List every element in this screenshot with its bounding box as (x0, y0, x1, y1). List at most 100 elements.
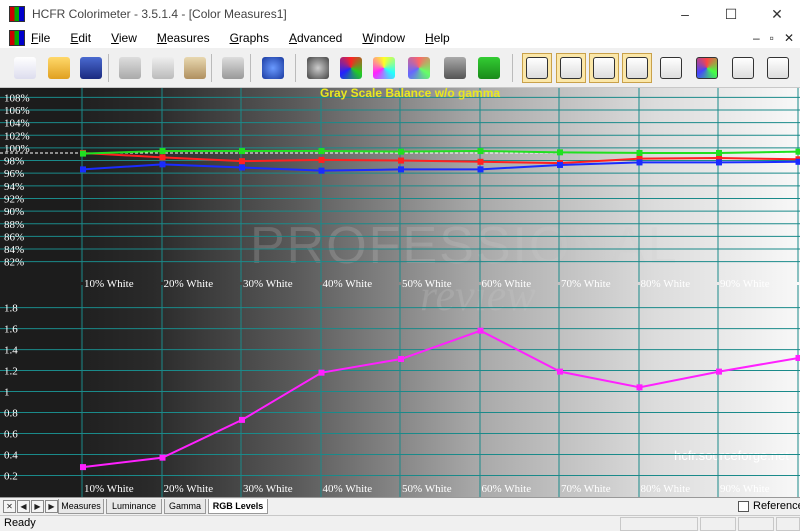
camera-icon (444, 57, 466, 79)
tab-rgb-levels[interactable]: RGB Levels (208, 499, 268, 514)
minimize-button[interactable]: – (662, 0, 708, 28)
view-near-black-button[interactable] (728, 53, 758, 83)
toolbar-separator (211, 54, 212, 82)
new-document-button[interactable] (10, 53, 40, 83)
view-luminance-button[interactable] (522, 53, 552, 83)
data-point (398, 166, 404, 173)
x-tick-label: 20% White (164, 278, 214, 290)
y-tick-label: 84% (4, 244, 24, 256)
print-button[interactable] (218, 53, 248, 83)
window-controls: – ☐ ✕ (662, 0, 800, 28)
menu-measures[interactable]: Measures (157, 31, 210, 45)
data-point (239, 158, 245, 165)
view-gamma-button[interactable] (556, 53, 586, 83)
paste-button[interactable] (180, 53, 210, 83)
view-color-temp-icon (593, 57, 615, 79)
tab-prev-button[interactable]: ◀ (17, 500, 30, 513)
tab-gamma[interactable]: Gamma (164, 499, 206, 514)
menu-graphs[interactable]: Graphs (230, 31, 269, 45)
play-button[interactable] (474, 53, 504, 83)
data-point (159, 148, 166, 155)
y-tick-label: 0.4 (4, 450, 18, 462)
y-tick-label: 96% (4, 168, 24, 180)
view-tabs-bar: ✕ ◀ ▶ ▶ Measures Luminance Gamma RGB Lev… (0, 497, 800, 515)
data-point (80, 166, 86, 173)
x-tick-label: 50% White (402, 483, 452, 495)
view-near-white-icon (767, 57, 789, 79)
y-tick-label: 0.8 (4, 408, 18, 420)
data-point (477, 166, 484, 173)
watermark-professional: PROFESSIONAL (250, 217, 679, 275)
mdi-restore-button[interactable]: ▫ (770, 31, 774, 45)
tab-luminance[interactable]: Luminance (106, 499, 162, 514)
data-point (636, 149, 643, 156)
menu-edit[interactable]: Edit (70, 31, 91, 45)
copy-button[interactable] (148, 53, 178, 83)
view-near-white-button[interactable] (763, 53, 793, 83)
sensor-button[interactable] (303, 53, 333, 83)
tab-measures[interactable]: Measures (58, 499, 104, 514)
y-tick-label: 1.6 (4, 324, 18, 336)
view-rgb-levels-button[interactable] (622, 53, 652, 83)
rgb-primaries-icon (340, 57, 362, 79)
data-point (716, 149, 722, 156)
menu-advanced[interactable]: Advanced (289, 31, 342, 45)
saturations-button[interactable] (404, 53, 434, 83)
x-tick-label: 80% White (641, 278, 691, 290)
tab-last-button[interactable]: ▶ (45, 500, 58, 513)
data-point (159, 454, 166, 461)
data-point (795, 354, 800, 361)
view-cie-button[interactable] (656, 53, 686, 83)
x-tick-label: 10% White (84, 483, 134, 495)
app-icon (9, 6, 25, 22)
rgb-primaries-button[interactable] (336, 53, 366, 83)
x-tick-label: 70% White (561, 483, 611, 495)
close-button[interactable]: ✕ (754, 0, 800, 28)
mdi-minimize-button[interactable]: – (753, 31, 760, 45)
data-point (636, 159, 643, 166)
status-panel (620, 517, 698, 531)
mdi-close-button[interactable]: ✕ (784, 31, 794, 45)
help-button[interactable] (258, 53, 288, 83)
data-point (318, 148, 325, 155)
y-tick-label: 0.6 (4, 429, 18, 441)
new-document-icon (14, 57, 36, 79)
secondaries-button[interactable] (369, 53, 399, 83)
menu-file[interactable]: File (31, 31, 50, 45)
open-folder-button[interactable] (44, 53, 74, 83)
menu-window[interactable]: Window (362, 31, 405, 45)
x-tick-label: 60% White (482, 278, 532, 290)
data-point (557, 161, 563, 168)
y-tick-label: 1 (4, 387, 10, 399)
data-point (636, 384, 643, 391)
x-tick-label: 40% White (323, 278, 373, 290)
toolbar-separator (512, 54, 513, 82)
y-tick-label: 82% (4, 257, 24, 269)
menu-view[interactable]: View (111, 31, 137, 45)
data-point (716, 368, 722, 375)
y-tick-label: 1.8 (4, 303, 18, 315)
data-point (398, 148, 404, 155)
y-tick-label: 90% (4, 206, 24, 218)
document-icon[interactable] (9, 30, 25, 46)
secondaries-icon (373, 57, 395, 79)
save-button[interactable] (76, 53, 106, 83)
tab-next-button[interactable]: ▶ (31, 500, 44, 513)
data-point (239, 164, 245, 171)
view-luminance-icon (526, 57, 548, 79)
y-tick-label: 108% (4, 92, 30, 104)
view-color-space-button[interactable] (692, 53, 722, 83)
x-tick-label: 90% White (720, 278, 770, 290)
view-color-temp-button[interactable] (589, 53, 619, 83)
reference-checkbox[interactable] (738, 501, 749, 512)
print-icon (222, 57, 244, 79)
y-tick-label: 94% (4, 181, 24, 193)
saturations-icon (408, 57, 430, 79)
y-tick-label: 106% (4, 105, 30, 117)
cut-button[interactable] (115, 53, 145, 83)
tab-close-button[interactable]: ✕ (3, 500, 16, 513)
status-panel (776, 517, 800, 531)
maximize-button[interactable]: ☐ (708, 0, 754, 28)
menu-help[interactable]: Help (425, 31, 450, 45)
camera-button[interactable] (440, 53, 470, 83)
